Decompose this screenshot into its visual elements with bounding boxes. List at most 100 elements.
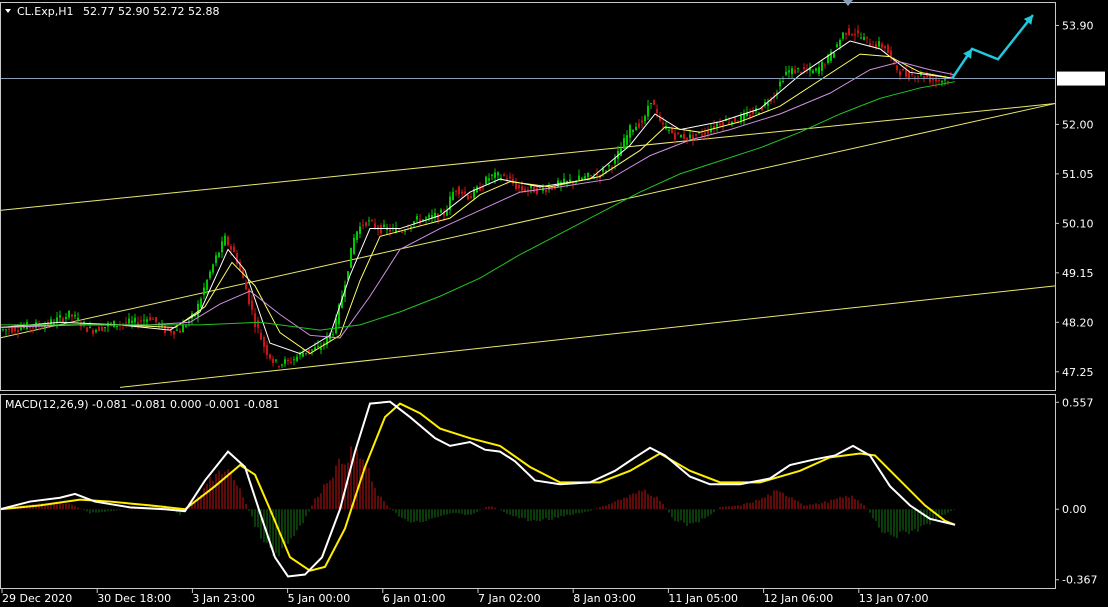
- candle-body: [626, 135, 628, 145]
- candle-body: [371, 220, 373, 222]
- price-tick-label: 48.20: [1062, 316, 1094, 329]
- candle-body: [179, 330, 181, 333]
- candle-body: [263, 337, 265, 347]
- candle-body: [638, 123, 640, 128]
- chart-header: CL.Exp,H1 52.77 52.90 52.72 52.88: [5, 5, 219, 18]
- candle: [113, 320, 115, 328]
- candle-body: [629, 125, 631, 138]
- candle-body: [302, 352, 304, 357]
- candle-body: [464, 191, 466, 194]
- candle-body: [836, 44, 838, 47]
- candle-body: [461, 191, 463, 194]
- ohlc-values: 52.77 52.90 52.72 52.88: [83, 5, 219, 18]
- candle-body: [530, 185, 532, 189]
- candle-body: [59, 315, 61, 318]
- candle-body: [509, 176, 511, 179]
- candle-body: [767, 103, 769, 106]
- candle-body: [779, 81, 781, 87]
- candle-body: [689, 134, 691, 139]
- candle-body: [257, 320, 259, 328]
- candle-body: [350, 247, 352, 268]
- candle-body: [68, 310, 70, 318]
- candle-body: [5, 329, 7, 331]
- candle-body: [641, 120, 643, 123]
- candle-body: [95, 329, 97, 332]
- candle-body: [41, 327, 43, 329]
- candle-body: [815, 68, 817, 71]
- candle-body: [401, 231, 403, 233]
- candle-body: [65, 317, 67, 320]
- candle-body: [332, 334, 334, 336]
- candle-body: [899, 71, 901, 76]
- candle-body: [428, 214, 430, 218]
- candle-body: [545, 189, 547, 193]
- current-price-label: 52.88: [1057, 71, 1105, 86]
- candle-body: [701, 134, 703, 136]
- candle-body: [800, 72, 802, 74]
- candle-body: [455, 190, 457, 192]
- candle: [833, 52, 835, 58]
- candle-body: [716, 123, 718, 127]
- candle-body: [821, 61, 823, 71]
- time-tick-label: 7 Jan 02:00: [478, 592, 541, 605]
- candle-body: [281, 364, 283, 366]
- candle-body: [155, 317, 157, 323]
- candle-body: [482, 187, 484, 189]
- candle-body: [824, 64, 826, 66]
- candle-body: [728, 122, 730, 124]
- candle-body: [89, 327, 91, 329]
- candle-body: [896, 65, 898, 71]
- candle-body: [566, 180, 568, 183]
- candle-body: [782, 81, 784, 83]
- candle-body: [260, 332, 262, 340]
- price-tick-label: 49.15: [1062, 267, 1094, 280]
- candle-body: [287, 359, 289, 361]
- candle-body: [458, 186, 460, 195]
- candle-body: [74, 314, 76, 317]
- candle-body: [863, 36, 865, 40]
- candle-body: [866, 36, 868, 39]
- candle-body: [590, 175, 592, 177]
- candle-body: [368, 220, 370, 222]
- candle-body: [485, 176, 487, 185]
- candle-body: [152, 318, 154, 320]
- candle-body: [218, 252, 220, 258]
- candle-body: [470, 196, 472, 199]
- candle: [227, 235, 229, 247]
- candle-body: [740, 115, 742, 122]
- candle-body: [734, 117, 736, 122]
- candle-body: [881, 43, 883, 48]
- candle-body: [890, 50, 892, 58]
- candle-body: [905, 70, 907, 77]
- candle-body: [833, 52, 835, 58]
- candle-body: [452, 191, 454, 201]
- candle-body: [467, 195, 469, 200]
- candle-body: [941, 81, 943, 83]
- candle-body: [926, 75, 928, 78]
- candle-body: [440, 209, 442, 213]
- candle-body: [173, 331, 175, 335]
- candle-body: [101, 327, 103, 331]
- candle-body: [140, 320, 142, 322]
- candle-body: [209, 271, 211, 278]
- candle-body: [668, 129, 670, 131]
- candle: [350, 247, 352, 268]
- candle-body: [794, 69, 796, 74]
- candle-body: [623, 138, 625, 149]
- candle-body: [185, 325, 187, 327]
- candle-body: [149, 317, 151, 321]
- candle-body: [176, 329, 178, 331]
- candle-body: [662, 122, 664, 125]
- candle-body: [113, 320, 115, 328]
- current-price-value: 52.88: [1061, 73, 1093, 86]
- time-tick-label: 11 Jan 05:00: [668, 592, 738, 605]
- candle-body: [536, 187, 538, 194]
- macd-tick-label: 0.00: [1062, 503, 1087, 516]
- candle-body: [878, 41, 880, 47]
- candle-body: [632, 130, 634, 133]
- candle-body: [788, 70, 790, 73]
- candle-body: [170, 330, 172, 333]
- candle-body: [518, 184, 520, 189]
- candle-body: [317, 345, 319, 347]
- candle-body: [416, 216, 418, 220]
